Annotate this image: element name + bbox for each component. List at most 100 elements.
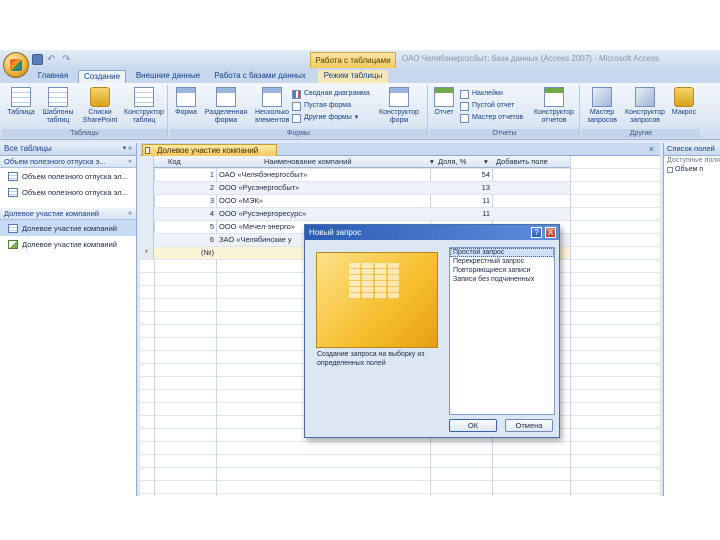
form-button[interactable]: Форма bbox=[172, 87, 200, 117]
column-header-name[interactable]: Наименование компаний bbox=[264, 156, 424, 168]
table-designer-button[interactable]: Конструктор таблиц bbox=[122, 87, 166, 125]
nav-item[interactable]: Объем полезного отпуска эл... bbox=[0, 168, 136, 184]
ribbon-group-forms: Форма Разделенная форма Несколько элемен… bbox=[170, 85, 428, 138]
ribbon-tabs: Главная Создание Внешние данные Работа с… bbox=[0, 69, 720, 83]
ok-button[interactable]: ОК bbox=[449, 419, 497, 432]
document-tab-bar: Долевое участие компаний × bbox=[140, 143, 660, 156]
save-icon[interactable] bbox=[32, 54, 43, 65]
column-header-add-field[interactable]: Добавить поле bbox=[496, 156, 570, 168]
sort-arrow-icon[interactable]: ▾ bbox=[430, 156, 438, 168]
split-form-button[interactable]: Разделенная форма bbox=[202, 87, 250, 125]
table-row[interactable]: 2 ООО «Русэнергосбыт» 13 bbox=[140, 182, 570, 194]
report-wizard-button[interactable]: Мастер отчетов bbox=[460, 113, 523, 123]
tab-external-data[interactable]: Внешние данные bbox=[132, 70, 204, 83]
collapse-icon[interactable]: « bbox=[128, 208, 132, 219]
more-forms-button[interactable]: Другие формы ▾ bbox=[292, 113, 358, 123]
row-selector[interactable] bbox=[140, 182, 154, 194]
report-button[interactable]: Отчет bbox=[432, 87, 456, 117]
multiple-items-label: Несколько элементов bbox=[254, 109, 290, 124]
document-tab[interactable]: Долевое участие компаний bbox=[142, 144, 278, 156]
table-icon bbox=[8, 223, 18, 233]
nav-pane-header[interactable]: Все таблицы ▾ « bbox=[0, 143, 136, 156]
row-selector[interactable] bbox=[140, 208, 154, 220]
row-selector[interactable] bbox=[140, 169, 154, 181]
row-selector[interactable] bbox=[140, 221, 154, 233]
table-templates-button[interactable]: Шаблоны таблиц bbox=[40, 87, 76, 125]
nav-group-1[interactable]: Объем полезного отпуска э... « bbox=[0, 156, 136, 168]
multiple-items-button[interactable]: Несколько элементов bbox=[252, 87, 292, 125]
query-icon bbox=[8, 239, 18, 249]
report-designer-button[interactable]: Конструктор отчетов bbox=[530, 87, 578, 125]
list-item[interactable]: Простой запрос bbox=[450, 248, 554, 257]
office-button[interactable] bbox=[3, 52, 29, 78]
nav-item[interactable]: Долевое участие компаний bbox=[0, 220, 136, 236]
row-selector[interactable] bbox=[140, 234, 154, 246]
nav-item-label: Объем полезного отпуска эл... bbox=[22, 187, 128, 197]
query-designer-button[interactable]: Конструктор запросов bbox=[622, 87, 668, 125]
table-row[interactable]: 3 ООО «МЭК» 11 bbox=[140, 195, 570, 207]
cell-id[interactable]: 5 bbox=[200, 221, 214, 233]
cell-name[interactable]: ООО «МЭК» bbox=[219, 195, 429, 207]
field-list-item-label: Объем п bbox=[675, 166, 704, 173]
cancel-button[interactable]: Отмена bbox=[505, 419, 553, 432]
column-header-share[interactable]: Доля, % bbox=[438, 156, 488, 168]
new-record-marker: * bbox=[140, 247, 154, 259]
cell-id[interactable]: 1 bbox=[200, 169, 214, 181]
cell-share[interactable]: 11 bbox=[440, 208, 490, 220]
tab-database-tools[interactable]: Работа с базами данных bbox=[210, 70, 310, 83]
expand-icon[interactable] bbox=[667, 167, 673, 173]
undo-icon[interactable]: ↶ bbox=[47, 54, 58, 65]
cell-id[interactable]: 4 bbox=[200, 208, 214, 220]
select-all-cell[interactable] bbox=[140, 156, 154, 168]
pivot-chart-button[interactable]: Сводная диаграмма bbox=[292, 89, 370, 99]
labels-button[interactable]: Наклейки bbox=[460, 89, 503, 99]
column-header-id[interactable]: Код bbox=[168, 156, 214, 168]
sort-arrow-icon[interactable]: ▾ bbox=[484, 156, 492, 168]
table-row[interactable]: 4 ООО «Русэнергоресурс» 11 bbox=[140, 208, 570, 220]
table-button-label: Таблица bbox=[7, 109, 35, 116]
table-row[interactable]: 1 ОАО «Челябэнергосбыт» 54 bbox=[140, 169, 570, 181]
cell-share[interactable]: 13 bbox=[440, 182, 490, 194]
table-button[interactable]: Таблица bbox=[4, 87, 38, 117]
tab-home[interactable]: Главная bbox=[32, 70, 74, 83]
cell-name[interactable]: ООО «Русэнергосбыт» bbox=[219, 182, 429, 194]
new-record-id[interactable]: (№) bbox=[190, 247, 214, 259]
tab-create[interactable]: Создание bbox=[78, 70, 126, 83]
redo-icon[interactable]: ↷ bbox=[62, 54, 73, 65]
macro-button[interactable]: Макрос bbox=[670, 87, 698, 117]
close-document-icon[interactable]: × bbox=[649, 143, 654, 155]
cell-name[interactable]: ОАО «Челябэнергосбыт» bbox=[219, 169, 429, 181]
form-designer-button[interactable]: Конструктор форм bbox=[374, 87, 424, 125]
row-selector[interactable] bbox=[140, 195, 154, 207]
nav-item[interactable]: Объем полезного отпуска эл... bbox=[0, 184, 136, 200]
table-icon bbox=[145, 147, 150, 154]
collapse-icon[interactable]: « bbox=[128, 156, 132, 167]
document-tab-label: Долевое участие компаний bbox=[157, 146, 259, 155]
close-icon[interactable]: X bbox=[545, 227, 556, 238]
query-description: Создание запроса на выборку из определен… bbox=[317, 351, 425, 367]
nav-group-2[interactable]: Долевое участие компаний « bbox=[0, 208, 136, 220]
cell-share[interactable]: 54 bbox=[440, 169, 490, 181]
help-icon[interactable]: ? bbox=[531, 227, 542, 238]
nav-item[interactable]: Долевое участие компаний bbox=[0, 236, 136, 252]
list-item[interactable]: Повторяющиеся записи bbox=[450, 266, 554, 275]
form-designer-label: Конструктор форм bbox=[379, 109, 419, 124]
list-item[interactable]: Перекрестный запрос bbox=[450, 257, 554, 266]
form-icon bbox=[176, 87, 196, 107]
list-item[interactable]: Записи без подчиненных bbox=[450, 275, 554, 284]
cell-name[interactable]: ООО «Русэнергоресурс» bbox=[219, 208, 429, 220]
field-list-item[interactable]: Объем п bbox=[664, 165, 720, 174]
query-wizard-button[interactable]: Мастер запросов bbox=[584, 87, 620, 125]
tab-datasheet[interactable]: Режим таблицы bbox=[318, 70, 388, 83]
chart-icon bbox=[292, 89, 301, 99]
sharepoint-lists-button[interactable]: Списки SharePoint bbox=[80, 87, 120, 125]
nav-pane-controls[interactable]: ▾ « bbox=[123, 143, 132, 155]
query-type-list[interactable]: Простой запрос Перекрестный запрос Повто… bbox=[449, 247, 555, 415]
nav-pane-title: Все таблицы bbox=[4, 144, 52, 153]
cell-id[interactable]: 6 bbox=[200, 234, 214, 246]
cell-id[interactable]: 3 bbox=[200, 195, 214, 207]
blank-form-button[interactable]: Пустая форма bbox=[292, 101, 351, 111]
cell-share[interactable]: 11 bbox=[440, 195, 490, 207]
blank-report-button[interactable]: Пустой отчет bbox=[460, 101, 514, 111]
cell-id[interactable]: 2 bbox=[200, 182, 214, 194]
